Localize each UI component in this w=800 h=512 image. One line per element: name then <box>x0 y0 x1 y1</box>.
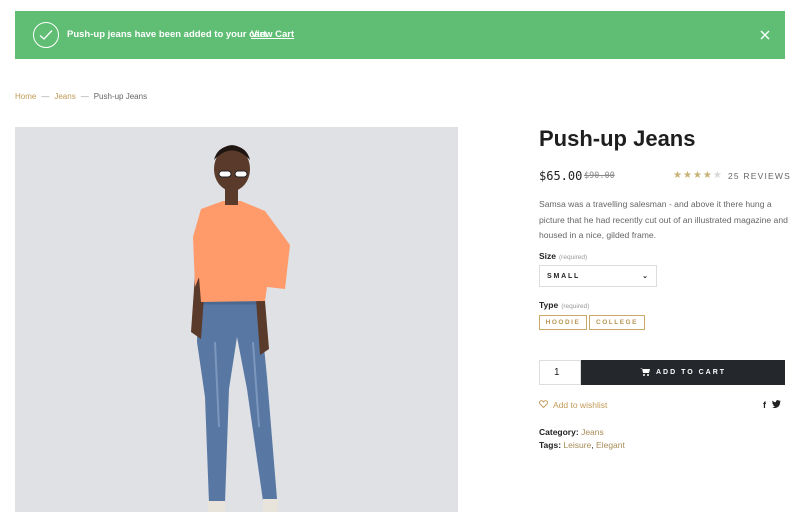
star-empty-icon: ★ <box>712 170 723 181</box>
breadcrumb-separator: — <box>80 92 89 101</box>
chevron-down-icon: ⌄ <box>642 273 648 280</box>
star-icon: ★ <box>673 170 683 181</box>
breadcrumb: Home — Jeans — Push-up Jeans <box>15 92 147 101</box>
cart-icon <box>639 367 650 378</box>
type-option-college[interactable]: COLLEGE <box>589 315 645 330</box>
type-label: Type (required) <box>539 300 589 310</box>
tag-link[interactable]: Leisure <box>563 440 591 450</box>
add-to-cart-button[interactable]: ADD TO CART <box>581 360 785 385</box>
product-price: $65.00 <box>539 169 583 183</box>
size-selected: SMALL <box>547 272 581 280</box>
product-tags: Tags: Leisure, Elegant <box>539 440 625 450</box>
breadcrumb-home[interactable]: Home <box>15 92 36 101</box>
product-title: Push-up Jeans <box>539 126 696 151</box>
add-to-wishlist-link[interactable]: Add to wishlist <box>538 400 608 410</box>
star-icon: ★ <box>682 170 693 181</box>
tag-link[interactable]: Elegant <box>596 440 625 450</box>
breadcrumb-separator: — <box>41 92 50 101</box>
star-icon: ★ <box>702 170 713 181</box>
type-option-hoodie[interactable]: HOODIE <box>539 315 587 330</box>
rating-stars: ★★★★★ <box>673 170 723 181</box>
wishlist-label: Add to wishlist <box>553 400 608 410</box>
view-cart-link[interactable]: View Cart <box>251 29 294 40</box>
type-label-text: Type <box>539 300 559 310</box>
category-link[interactable]: Jeans <box>581 427 604 437</box>
product-image <box>15 127 458 512</box>
size-label: Size (required) <box>539 251 587 261</box>
check-circle-icon <box>33 22 59 48</box>
star-icon: ★ <box>692 170 703 181</box>
type-required: (required) <box>561 303 590 310</box>
breadcrumb-jeans[interactable]: Jeans <box>54 92 75 101</box>
product-old-price: $90.00 <box>584 171 615 181</box>
size-label-text: Size <box>539 251 557 261</box>
product-description: Samsa was a travelling salesman - and ab… <box>539 199 788 240</box>
cart-notice: Push-up jeans have been added to your ca… <box>15 11 785 59</box>
notice-message: Push-up jeans have been added to your ca… <box>67 29 270 40</box>
quantity-input[interactable]: 1 <box>539 360 581 385</box>
tags-label: Tags: <box>539 440 562 450</box>
close-icon[interactable] <box>759 28 771 40</box>
size-select[interactable]: SMALL ⌄ <box>539 265 657 287</box>
product-category: Category: Jeans <box>539 427 604 437</box>
reviews-link[interactable]: 25 REVIEWS <box>728 171 791 181</box>
category-label: Category: <box>539 427 579 437</box>
social-share: f <box>763 400 781 410</box>
heart-icon <box>538 400 549 410</box>
twitter-icon[interactable] <box>772 400 781 410</box>
breadcrumb-current: Push-up Jeans <box>93 92 148 101</box>
facebook-icon[interactable]: f <box>763 400 766 410</box>
size-required: (required) <box>559 254 588 261</box>
add-to-cart-label: ADD TO CART <box>655 369 727 376</box>
